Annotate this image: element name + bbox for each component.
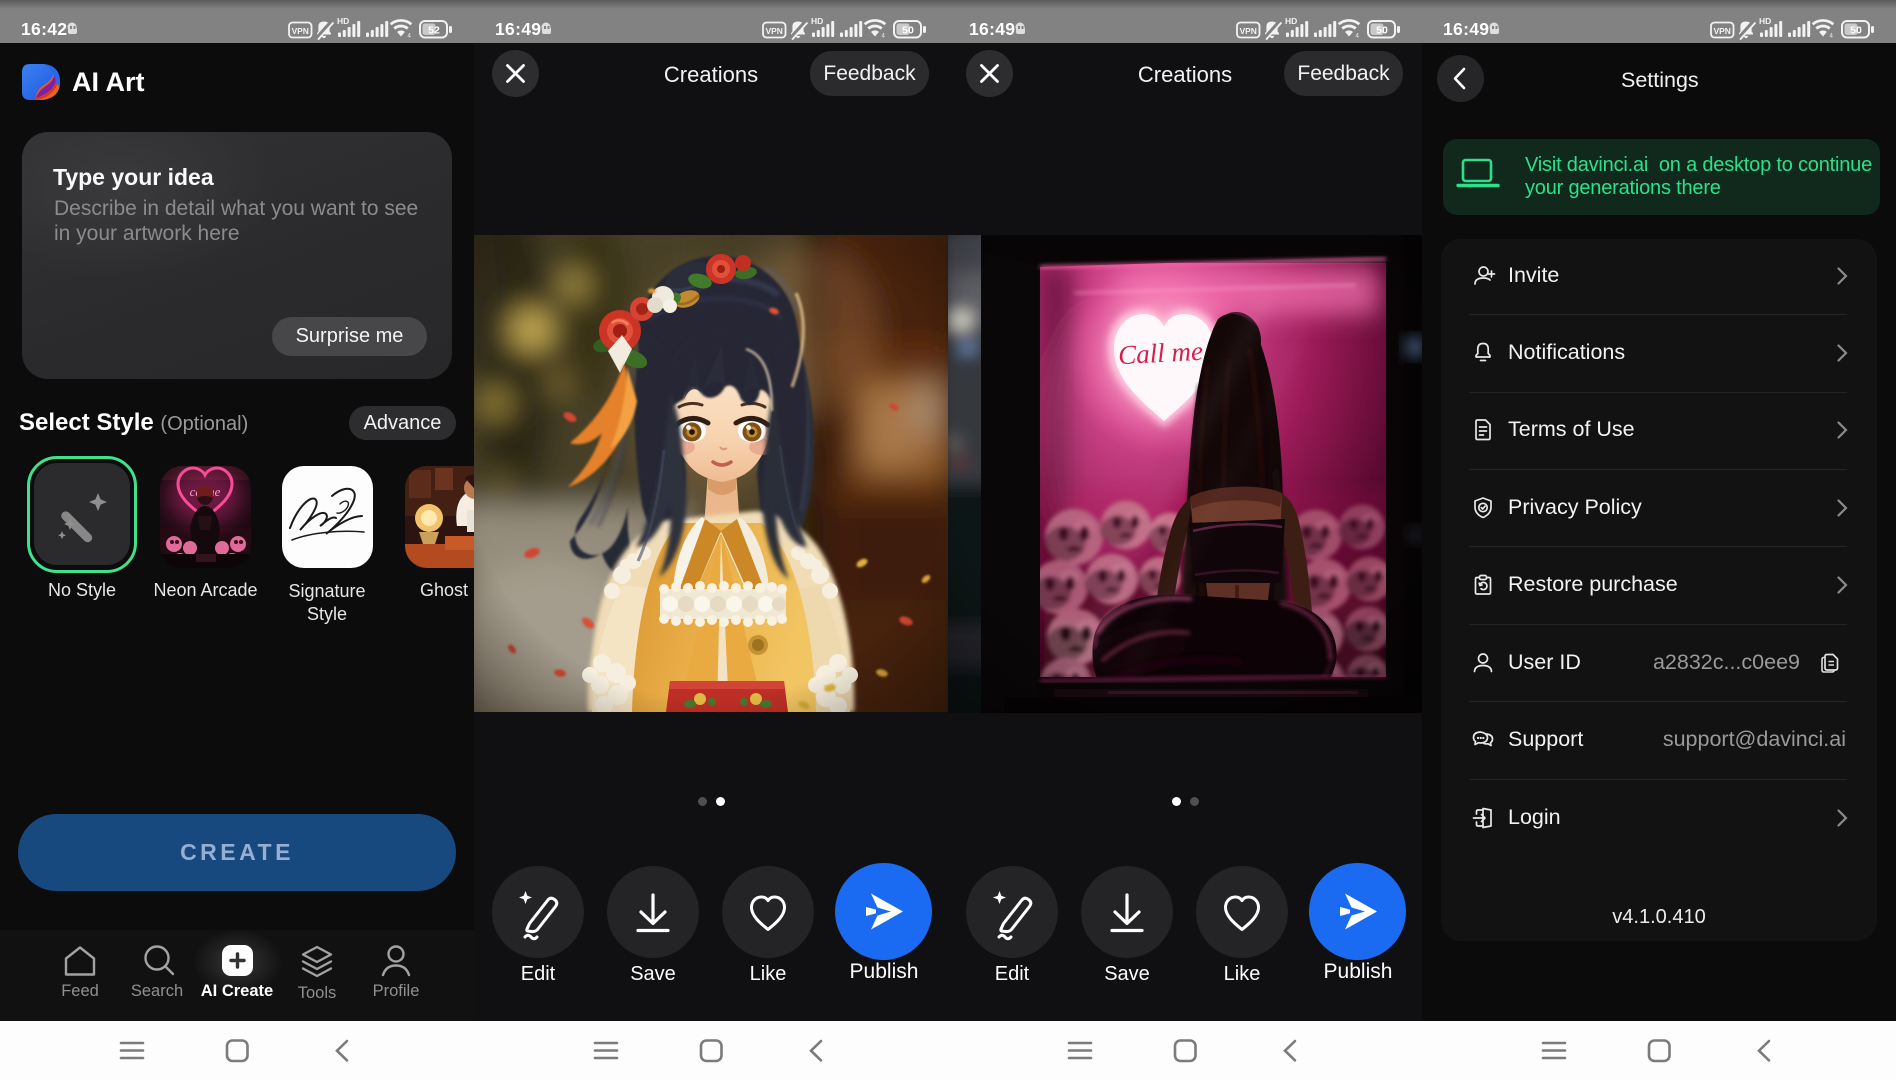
svg-text:4: 4	[882, 34, 886, 40]
svg-text:HD: HD	[337, 16, 349, 26]
svg-text:4: 4	[1830, 34, 1834, 40]
svg-text:Feed: Feed	[61, 982, 99, 1000]
svg-text:Tools: Tools	[298, 984, 337, 1002]
svg-text:50: 50	[902, 25, 914, 37]
svg-text:50: 50	[1376, 25, 1388, 37]
svg-text:HD: HD	[1285, 16, 1297, 26]
svg-text:Profile: Profile	[373, 982, 420, 1000]
svg-text:4: 4	[1356, 34, 1360, 40]
svg-text:Search: Search	[131, 982, 183, 1000]
svg-text:VPN: VPN	[1240, 26, 1257, 36]
svg-text:VPN: VPN	[292, 26, 309, 36]
svg-text:50: 50	[1850, 25, 1862, 37]
svg-text:52: 52	[428, 25, 440, 37]
svg-text:4: 4	[408, 34, 412, 40]
svg-text:HD: HD	[811, 16, 823, 26]
svg-text:HD: HD	[1759, 16, 1771, 26]
svg-text:VPN: VPN	[766, 26, 783, 36]
svg-text:VPN: VPN	[1714, 26, 1731, 36]
